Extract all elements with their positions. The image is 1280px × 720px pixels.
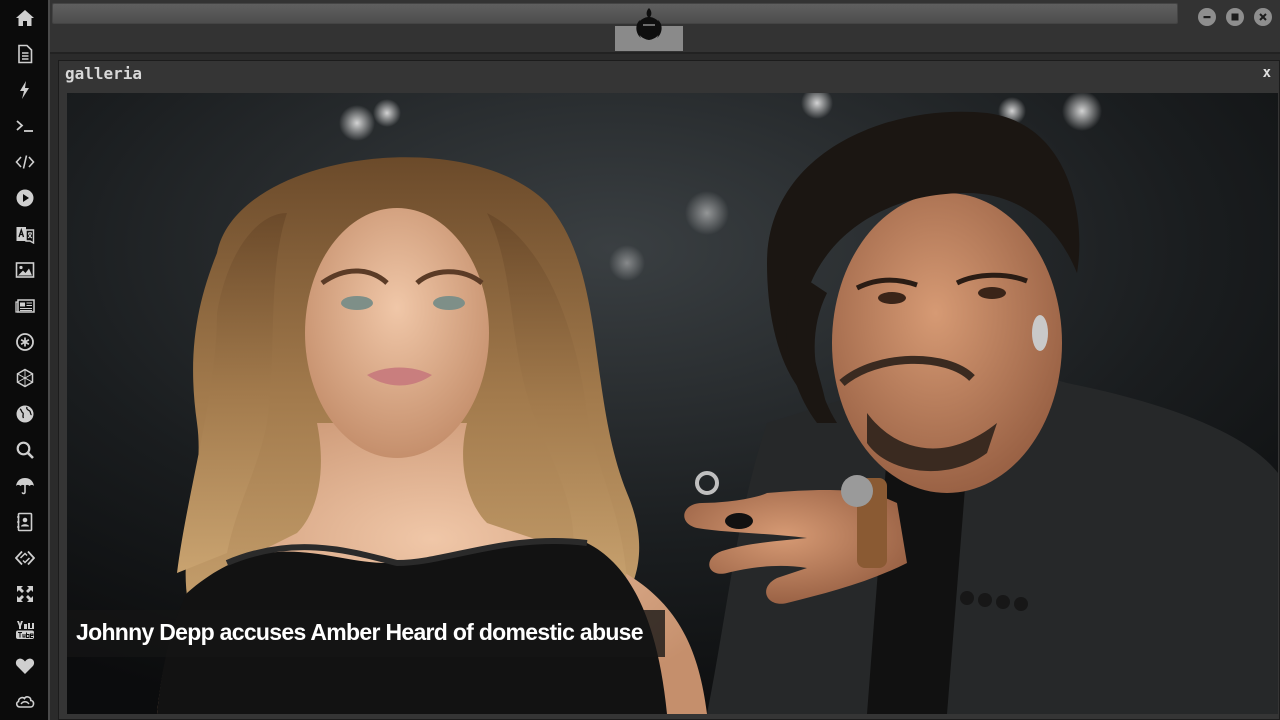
terminal-icon (16, 120, 33, 132)
minimize-icon (1203, 16, 1211, 19)
heart-icon (15, 658, 35, 674)
maximize-icon (1231, 13, 1239, 21)
sidebar-item-asterisk[interactable] (5, 328, 45, 356)
code-link-icon (15, 550, 35, 566)
sidebar-item-hexagon[interactable] (5, 364, 45, 392)
play-icon (16, 189, 34, 207)
sidebar-item-contacts[interactable] (5, 508, 45, 536)
top-bar-divider (50, 52, 1280, 54)
document-icon (18, 44, 33, 64)
sidebar-item-lightning[interactable] (5, 76, 45, 104)
window-close-button[interactable]: x (1263, 65, 1271, 81)
globe-icon (16, 405, 34, 423)
newspaper-icon (15, 299, 35, 313)
photo-caption-box: Johnny Depp accuses Amber Heard of domes… (67, 610, 665, 657)
sidebar-item-heart[interactable] (5, 652, 45, 680)
sidebar-item-translate[interactable] (5, 220, 45, 248)
asterisk-circle-icon (16, 333, 34, 351)
sidebar-item-umbrella[interactable] (5, 472, 45, 500)
contacts-icon (17, 512, 33, 532)
close-icon (1259, 13, 1267, 21)
maximize-button[interactable] (1226, 8, 1244, 26)
sidebar-item-youtube[interactable] (5, 616, 45, 644)
window-title: galleria (65, 64, 143, 83)
umbrella-icon (16, 478, 34, 495)
translate-icon (16, 227, 35, 244)
sidebar-item-search[interactable] (5, 436, 45, 464)
minimize-button[interactable] (1198, 8, 1216, 26)
image-icon (15, 262, 35, 278)
search-icon (16, 441, 34, 459)
code-icon (15, 155, 35, 169)
cloud-icon (15, 696, 35, 708)
sidebar-item-document[interactable] (5, 40, 45, 68)
hexagon-icon (16, 368, 34, 388)
address-bar[interactable] (52, 3, 1178, 24)
close-window-button[interactable] (1254, 8, 1272, 26)
lightning-icon (20, 81, 29, 99)
sidebar-item-code-link[interactable] (5, 544, 45, 572)
sidebar-item-globe[interactable] (5, 400, 45, 428)
sidebar-item-play[interactable] (5, 184, 45, 212)
home-icon (16, 10, 34, 26)
sidebar-item-expand[interactable] (5, 580, 45, 608)
expand-icon (17, 586, 33, 602)
photo-caption: Johnny Depp accuses Amber Heard of domes… (76, 619, 644, 645)
sidebar-item-terminal[interactable] (5, 112, 45, 140)
youtube-icon (16, 621, 34, 639)
sidebar-edge (48, 0, 50, 720)
rebel-alliance-logo-icon (636, 8, 662, 40)
sidebar-item-code[interactable] (5, 148, 45, 176)
sidebar-item-image[interactable] (5, 256, 45, 284)
sidebar-item-home[interactable] (5, 4, 45, 32)
sidebar-item-cloud[interactable] (5, 688, 45, 716)
sidebar-item-newspaper[interactable] (5, 292, 45, 320)
sidebar (0, 0, 50, 720)
